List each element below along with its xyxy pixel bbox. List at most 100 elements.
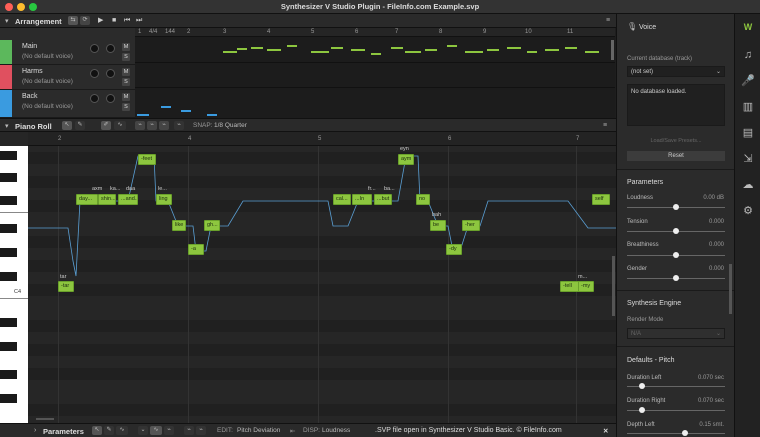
load-presets-link[interactable]: Load/Save Presets... (617, 138, 735, 144)
param-tool-e[interactable]: ∿ (150, 426, 162, 435)
note-block[interactable]: ...and... (118, 194, 138, 205)
slider-handle[interactable] (673, 204, 679, 210)
duration-left-slider[interactable] (627, 383, 725, 389)
note-block[interactable]: shin... (98, 194, 116, 205)
pen-tool-button[interactable]: ✎ (75, 121, 85, 130)
loudness-slider[interactable] (627, 204, 725, 210)
param-tool-g[interactable]: ⌁ (184, 426, 194, 435)
solo-button[interactable]: S (122, 78, 130, 86)
pan-knob[interactable] (106, 69, 115, 78)
param-tool-f[interactable]: ⌁ (164, 426, 174, 435)
param-tool-h[interactable]: ⌁ (196, 426, 206, 435)
play-icon[interactable]: ▶ (98, 16, 103, 26)
library-icon[interactable]: ▥ (741, 100, 755, 114)
note-block[interactable]: like (172, 220, 186, 231)
tool-d-button[interactable]: ⌁ (174, 121, 184, 130)
pointer-tool-button[interactable]: ↖ (62, 121, 72, 130)
black-key[interactable] (0, 318, 17, 327)
loop-button[interactable]: ⟳ (80, 16, 90, 25)
note-block[interactable]: -feet (138, 154, 156, 165)
arrangement-scrollbar[interactable] (611, 40, 614, 60)
pan-knob[interactable] (106, 44, 115, 53)
piano-roll-menu-icon[interactable]: ≡ (603, 121, 607, 131)
snap-select[interactable]: 1/8 Quarter (214, 121, 247, 131)
note-block[interactable]: be (430, 220, 446, 231)
mode-edit-button[interactable]: ⇆ (68, 16, 78, 25)
black-key[interactable] (0, 224, 17, 233)
slider-handle[interactable] (682, 430, 688, 436)
export-icon[interactable]: ⇲ (741, 152, 755, 166)
breathiness-slider[interactable] (627, 252, 725, 258)
piano-roll-vscroll[interactable] (612, 256, 615, 316)
black-key[interactable] (0, 394, 17, 403)
track-harms[interactable]: Harms (No default voice) M S (0, 65, 135, 90)
note-block[interactable]: self (592, 194, 610, 205)
note-block[interactable]: cal... (333, 194, 351, 205)
slider-handle[interactable] (673, 275, 679, 281)
tool-c-button[interactable]: ⌁ (159, 121, 169, 130)
param-tool-a[interactable]: ↖ (92, 426, 102, 435)
note-block[interactable]: -tar (58, 281, 74, 292)
volume-knob[interactable] (90, 69, 99, 78)
forward-icon[interactable]: ⏭ (136, 16, 142, 26)
mute-button[interactable]: M (122, 68, 130, 76)
arrangement-menu-icon[interactable]: ≡ (606, 16, 610, 26)
rewind-icon[interactable]: ⏮ (124, 16, 130, 26)
black-key[interactable] (0, 272, 17, 281)
mute-button[interactable]: M (122, 43, 130, 51)
arrangement-grid[interactable]: 1 4/4 144 2 3 4 5 6 7 8 9 10 11 (135, 28, 615, 118)
note-block[interactable]: -dy (446, 244, 462, 255)
mute-button[interactable]: M (122, 93, 130, 101)
param-tool-d[interactable]: ⌄ (138, 426, 148, 435)
voice-panel-scrollbar[interactable] (729, 264, 732, 314)
solo-button[interactable]: S (122, 103, 130, 111)
arrangement-ruler[interactable]: 1 4/4 144 2 3 4 5 6 7 8 9 10 11 (135, 28, 615, 37)
note-block[interactable]: -tell (560, 281, 580, 292)
volume-knob[interactable] (90, 44, 99, 53)
pan-knob[interactable] (106, 94, 115, 103)
slider-handle[interactable] (639, 407, 645, 413)
black-key[interactable] (0, 151, 17, 160)
tool-a-button[interactable]: ⌁ (135, 121, 145, 130)
collapse-arrangement-icon[interactable]: ▾ (5, 17, 9, 25)
disp-select[interactable]: Loudness (322, 427, 350, 434)
pitch-pen-button[interactable]: ✐ (101, 121, 111, 130)
note-block[interactable]: aym (398, 154, 414, 165)
black-key[interactable] (0, 196, 17, 205)
piano-keyboard[interactable]: C4 (0, 146, 28, 423)
slider-handle[interactable] (673, 228, 679, 234)
tool-b-button[interactable]: ⌁ (147, 121, 157, 130)
link-icon[interactable]: ⇤ (290, 427, 295, 435)
note-block[interactable]: no (416, 194, 430, 205)
stop-icon[interactable]: ■ (112, 16, 116, 26)
note-block[interactable]: day... (76, 194, 98, 205)
solo-button[interactable]: S (122, 53, 130, 61)
note-block[interactable]: ling (156, 194, 172, 205)
collapse-piano-roll-icon[interactable]: ▾ (5, 122, 9, 130)
duration-right-slider[interactable] (627, 407, 725, 413)
gender-slider[interactable] (627, 275, 725, 281)
curve-tool-button[interactable]: ∿ (114, 121, 126, 130)
note-block[interactable]: -a (188, 244, 204, 255)
tension-slider[interactable] (627, 228, 725, 234)
volume-knob[interactable] (90, 94, 99, 103)
depth-left-slider[interactable] (627, 430, 725, 436)
note-block[interactable]: -her (462, 220, 480, 231)
note-block[interactable]: ...In (352, 194, 372, 205)
note-grid[interactable]: -tar tar day... axm shin... ka... ...and... daa… (28, 146, 616, 423)
slider-handle[interactable] (639, 383, 645, 389)
render-mode-select[interactable]: N/A ⌄ (627, 328, 725, 339)
black-key[interactable] (0, 248, 17, 257)
track-main[interactable]: Main (No default voice) M S (0, 40, 135, 65)
param-tool-b[interactable]: ✎ (104, 426, 114, 435)
piano-roll-ruler[interactable]: 2 4 5 6 7 (28, 132, 616, 146)
param-tool-c[interactable]: ∿ (116, 426, 128, 435)
book-icon[interactable]: ▤ (741, 126, 755, 140)
music-note-icon[interactable]: ♫ (741, 48, 755, 62)
black-key[interactable] (0, 342, 17, 351)
note-block[interactable]: ...but (374, 194, 392, 205)
reset-button[interactable]: Reset (627, 151, 725, 161)
cloud-icon[interactable]: ☁ (741, 178, 755, 192)
edit-select[interactable]: Pitch Deviation (237, 427, 280, 434)
database-select[interactable]: (not set) ⌄ (627, 66, 725, 77)
